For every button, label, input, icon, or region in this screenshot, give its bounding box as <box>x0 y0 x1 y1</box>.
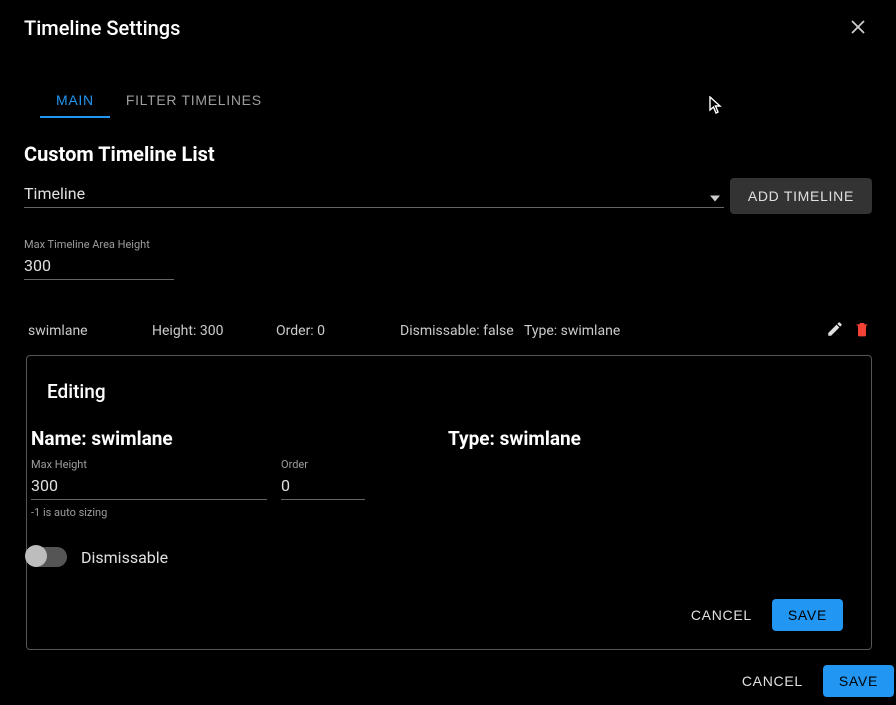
max-area-height-input[interactable] <box>24 254 174 280</box>
dialog-save-button[interactable]: SAVE <box>823 665 894 697</box>
edit-cancel-button[interactable]: CANCEL <box>675 599 768 631</box>
row-height: Height: 300 <box>152 323 276 339</box>
section-title: Custom Timeline List <box>24 142 872 166</box>
chevron-down-icon <box>710 186 720 205</box>
dismissable-toggle-label: Dismissable <box>81 548 168 567</box>
edit-order-label: Order <box>281 458 365 471</box>
close-button[interactable] <box>844 14 872 42</box>
pencil-icon <box>826 320 844 341</box>
tab-main[interactable]: MAIN <box>40 80 110 118</box>
trash-icon <box>854 320 870 341</box>
row-order: Order: 0 <box>276 323 400 339</box>
edit-panel: Editing Name: swimlane Max Height -1 is … <box>26 355 872 650</box>
close-icon <box>851 18 865 39</box>
tab-filter-timelines[interactable]: FILTER TIMELINES <box>110 80 278 118</box>
add-timeline-button[interactable]: ADD TIMELINE <box>730 178 872 214</box>
edit-save-button[interactable]: SAVE <box>772 599 843 631</box>
dialog-cancel-button[interactable]: CANCEL <box>726 665 819 697</box>
timeline-list-row: swimlane Height: 300 Order: 0 Dismissabl… <box>24 304 872 353</box>
row-type: Type: swimlane <box>524 323 824 339</box>
dialog-title: Timeline Settings <box>24 16 180 40</box>
row-name: swimlane <box>28 323 152 339</box>
edit-type-label: Type: swimlane <box>448 427 581 450</box>
row-dismissable: Dismissable: false <box>400 323 524 339</box>
edit-max-height-helper: -1 is auto sizing <box>31 506 267 519</box>
delete-row-button[interactable] <box>852 318 872 343</box>
timeline-select-value: Timeline <box>24 184 85 203</box>
max-area-height-label: Max Timeline Area Height <box>24 238 174 251</box>
edit-order-input[interactable] <box>281 474 365 500</box>
edit-panel-title: Editing <box>47 380 843 403</box>
timeline-select[interactable]: Timeline <box>24 184 724 208</box>
edit-row-button[interactable] <box>824 318 846 343</box>
edit-max-height-label: Max Height <box>31 458 267 471</box>
edit-name-label: Name: swimlane <box>31 427 470 450</box>
edit-max-height-input[interactable] <box>31 474 267 500</box>
dismissable-toggle[interactable] <box>27 547 67 567</box>
